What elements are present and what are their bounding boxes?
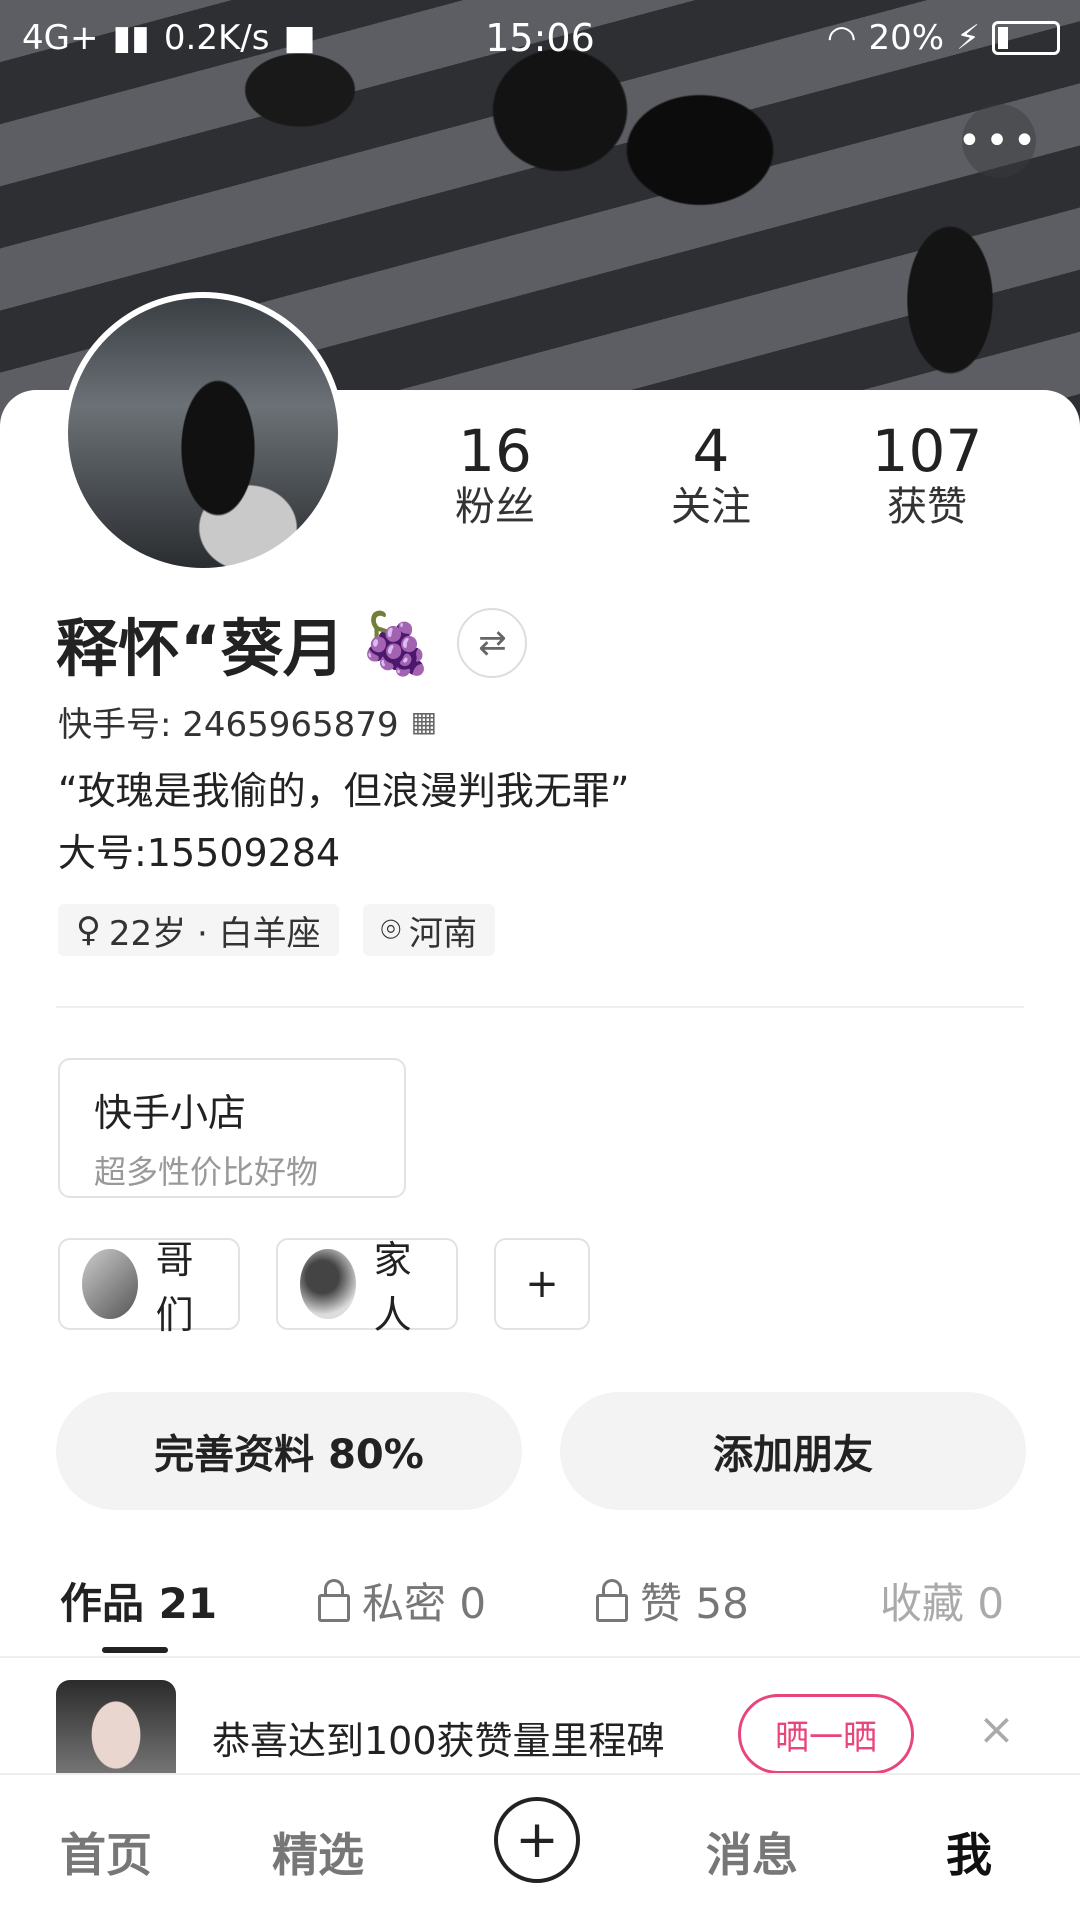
grape-emoji-icon: 🍇 [358,608,434,679]
add-group-button[interactable]: + [494,1238,590,1330]
milestone-banner: 恭喜达到100获赞量里程碑 晒一晒 × [0,1658,1080,1773]
tab-favorites[interactable]: 收藏 0 [880,1570,1004,1631]
complete-profile-button[interactable]: 完善资料 80% [56,1392,522,1510]
tab-label: 作品 21 [60,1579,218,1628]
following-stat[interactable]: 4 关注 [631,420,791,532]
divider [56,1006,1024,1008]
more-dots-icon: ••• [957,118,1041,164]
bio-line: “玫瑰是我偷的，但浪漫判我无罪” [58,769,630,813]
gender-icon: ♀ [76,910,101,950]
location-tag: ⌾ 河南 [362,904,495,956]
nav-home[interactable]: 首页 [60,1819,152,1885]
nav-me[interactable]: 我 [946,1819,992,1885]
action-buttons: 完善资料 80% 添加朋友 [56,1392,1026,1510]
profile-name-row: 释怀“葵月 🍇 ⇄ [56,598,528,688]
tab-works[interactable]: 作品 21 [60,1570,217,1631]
tab-likes[interactable]: 赞 58 [596,1570,749,1631]
kuaishou-shop-card[interactable]: 快手小店 超多性价比好物 [58,1058,406,1198]
plus-icon: + [525,1261,559,1307]
charging-icon: ⚡ [956,18,980,58]
switch-account-icon[interactable]: ⇄ [457,608,528,678]
groups-row: 哥们 家人 + [58,1238,590,1337]
tab-label: 收藏 0 [880,1579,1005,1628]
kuaishou-id: 快手号: 2465965879 [58,705,399,745]
followers-stat[interactable]: 16 粉丝 [415,420,575,532]
lock-icon [318,1578,350,1622]
avatar[interactable] [62,292,344,574]
location-icon: ⌾ [380,910,401,950]
profile-tags: ♀ 22岁 · 白羊座 ⌾ 河南 [58,904,495,956]
tab-label: 私密 0 [362,1579,487,1628]
battery-percent: 20% [868,18,945,58]
tab-private[interactable]: 私密 0 [318,1570,486,1631]
group-family[interactable]: 家人 [276,1238,458,1337]
age-tag: ♀ 22岁 · 白羊座 [58,904,339,956]
shop-subtitle: 超多性价比好物 [94,1153,319,1191]
group-avatar [82,1249,138,1319]
bottom-nav: 首页 精选 + 消息 我 [0,1773,1080,1922]
qr-code-icon[interactable]: ▦ [411,705,437,738]
likes-count: 107 [871,417,983,485]
followers-label: 粉丝 [455,484,535,530]
add-friend-button[interactable]: 添加朋友 [560,1392,1026,1510]
bio-line: 大号:15509284 [58,831,341,875]
following-count: 4 [692,417,730,485]
more-options-button[interactable]: ••• [958,104,1036,178]
location-tag-text: 河南 [409,913,477,954]
tab-label: 赞 58 [640,1579,749,1628]
nav-messages[interactable]: 消息 [706,1819,798,1885]
banner-avatar [56,1680,176,1773]
create-button[interactable]: + [494,1797,580,1883]
show-off-button[interactable]: 晒一晒 [738,1694,914,1773]
kuaishou-id-row: 快手号: 2465965879 ▦ [58,697,437,746]
status-bar: 4G+ ▮▮ 0.2K/s ■ 15:06 ◠ 20% ⚡ [0,0,1080,76]
followers-count: 16 [458,417,532,485]
nav-featured[interactable]: 精选 [272,1819,364,1885]
plus-icon: + [515,1810,559,1870]
banner-text: 恭喜达到100获赞量里程碑 [212,1719,665,1763]
content-tabs: 作品 21 私密 0 赞 58 收藏 0 [0,1560,1080,1640]
group-avatar [300,1249,356,1319]
likes-label: 获赞 [887,484,967,530]
group-label: 哥们 [155,1238,194,1337]
following-label: 关注 [671,484,751,530]
wifi-icon: ◠ [826,18,857,58]
close-icon[interactable]: × [978,1704,1015,1755]
profile-name: 释怀“葵月 [56,612,345,685]
age-tag-text: 22岁 · 白羊座 [108,913,321,954]
group-brothers[interactable]: 哥们 [58,1238,240,1337]
likes-stat[interactable]: 107 获赞 [847,420,1007,532]
lock-icon [596,1578,628,1622]
active-tab-indicator [102,1647,168,1653]
bio: “玫瑰是我偷的，但浪漫判我无罪” 大号:15509284 [58,760,629,884]
shop-title: 快手小店 [94,1091,247,1135]
battery-icon [992,21,1060,55]
group-label: 家人 [373,1238,412,1337]
